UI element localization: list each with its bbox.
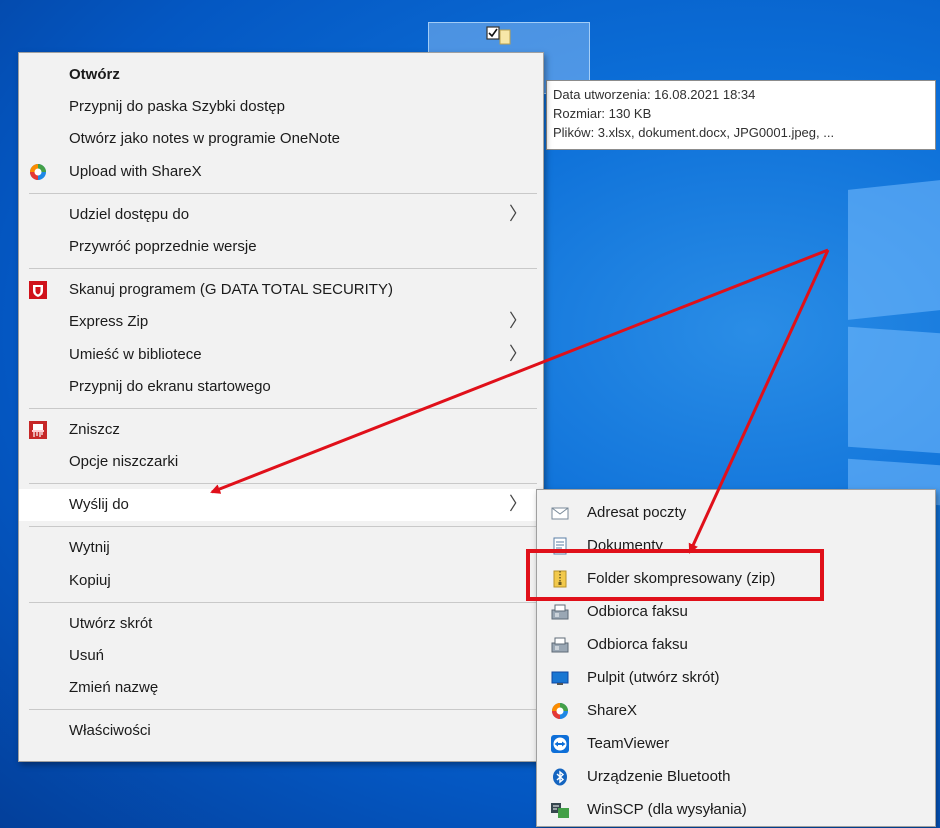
- submenu-item-bluetooth[interactable]: Urządzenie Bluetooth: [537, 760, 935, 793]
- menu-item-pin-start[interactable]: Przypnij do ekranu startowego: [19, 371, 543, 403]
- tooltip-size: Rozmiar: 130 KB: [553, 106, 652, 121]
- menu-item-copy[interactable]: Kopiuj: [19, 565, 543, 597]
- menu-separator: [29, 709, 537, 711]
- menu-item-label: Umieść w bibliotece: [69, 345, 202, 363]
- submenu-item-teamviewer[interactable]: TeamViewer: [537, 727, 935, 760]
- menu-item-label: Udziel dostępu do: [69, 205, 190, 223]
- menu-item-shredder-options[interactable]: Opcje niszczarki: [19, 446, 543, 478]
- submenu-item-label: Urządzenie Bluetooth: [587, 768, 731, 785]
- submenu-item-label: WinSCP (dla wysyłania): [587, 801, 747, 818]
- menu-separator: [29, 407, 537, 409]
- context-menu: Otwórz Przypnij do paska Szybki dostęp O…: [18, 52, 544, 762]
- menu-item-include-library[interactable]: Umieść w bibliotece 〉: [19, 339, 543, 371]
- menu-item-label: Wytnij: [69, 539, 110, 557]
- teamviewer-icon: [551, 735, 569, 753]
- menu-item-properties[interactable]: Właściwości: [19, 715, 543, 747]
- file-checkbox-icon: [486, 26, 511, 45]
- menu-item-label: Utwórz skrót: [69, 614, 153, 632]
- menu-item-restore-versions[interactable]: Przywróć poprzednie wersje: [19, 231, 543, 263]
- menu-item-delete[interactable]: Usuń: [19, 640, 543, 672]
- menu-item-label: Usuń: [69, 647, 105, 664]
- menu-item-label: Przywróć poprzednie wersje: [69, 237, 257, 255]
- chevron-right-icon: 〉: [509, 494, 527, 516]
- menu-item-label: Wyślij do: [69, 496, 129, 514]
- submenu-item-desktop-shortcut[interactable]: Pulpit (utwórz skrót): [537, 661, 935, 694]
- submenu-item-winscp[interactable]: WinSCP (dla wysyłania): [537, 793, 935, 826]
- menu-item-sharex-upload[interactable]: Upload with ShareX: [19, 156, 543, 188]
- tooltip-created: Data utworzenia: 16.08.2021 18:34: [553, 87, 756, 102]
- file-info-tooltip: Data utworzenia: 16.08.2021 18:34 Rozmia…: [546, 80, 936, 150]
- menu-item-create-shortcut[interactable]: Utwórz skrót: [19, 608, 543, 640]
- menu-item-rename[interactable]: Zmień nazwę: [19, 672, 543, 704]
- menu-item-pin-quick-access[interactable]: Przypnij do paska Szybki dostęp: [19, 91, 543, 123]
- menu-item-shred[interactable]: Zniszcz: [19, 414, 543, 446]
- menu-item-open[interactable]: Otwórz: [19, 59, 543, 91]
- desktop-icon: [551, 671, 569, 685]
- menu-item-cut[interactable]: Wytnij: [19, 532, 543, 564]
- submenu-item-mail-recipient[interactable]: Adresat poczty: [537, 496, 935, 529]
- menu-item-label: Zniszcz: [69, 420, 120, 438]
- shredder-icon: [29, 420, 47, 439]
- sharex-icon: [30, 163, 46, 180]
- menu-item-label: Zmień nazwę: [69, 679, 159, 697]
- menu-item-label: Otwórz: [69, 66, 120, 83]
- menu-separator: [29, 483, 537, 485]
- menu-item-label: Express Zip: [69, 313, 149, 331]
- menu-item-label: Otwórz jako notes w programie OneNote: [69, 130, 340, 148]
- windows-logo-pane: [848, 326, 940, 454]
- submenu-item-label: Adresat poczty: [587, 504, 687, 521]
- submenu-item-fax-recipient[interactable]: Odbiorca faksu: [537, 628, 935, 661]
- fax-icon: [551, 604, 569, 620]
- winscp-icon: [551, 803, 569, 818]
- menu-separator: [29, 192, 537, 194]
- chevron-right-icon: 〉: [509, 203, 527, 225]
- mail-envelope-icon: [551, 507, 569, 520]
- bluetooth-icon: [553, 768, 567, 786]
- menu-item-scan-gdata[interactable]: Skanuj programem (G DATA TOTAL SECURITY): [19, 274, 543, 306]
- menu-item-label: Opcje niszczarki: [69, 453, 179, 471]
- submenu-item-label: ShareX: [587, 702, 638, 719]
- fax-icon: [551, 637, 569, 653]
- menu-item-express-zip[interactable]: Express Zip 〉: [19, 306, 543, 338]
- submenu-item-label: TeamViewer: [587, 735, 670, 752]
- menu-item-label: Przypnij do ekranu startowego: [69, 377, 271, 395]
- menu-item-send-to[interactable]: Wyślij do 〉: [19, 489, 543, 522]
- sharex-icon: [552, 703, 568, 719]
- menu-item-label: Przypnij do paska Szybki dostęp: [69, 98, 285, 116]
- highlight-box: [526, 549, 824, 601]
- menu-separator: [29, 601, 537, 603]
- submenu-item-sharex[interactable]: ShareX: [537, 694, 935, 727]
- menu-item-label: Kopiuj: [69, 571, 111, 589]
- submenu-item-label: Odbiorca faksu: [587, 603, 688, 620]
- chevron-right-icon: 〉: [509, 311, 527, 333]
- chevron-right-icon: 〉: [509, 343, 527, 365]
- menu-separator: [29, 268, 537, 270]
- menu-item-label: Skanuj programem (G DATA TOTAL SECURITY): [69, 281, 393, 299]
- menu-item-label: Właściwości: [69, 722, 151, 740]
- menu-item-label: Upload with ShareX: [69, 162, 202, 180]
- menu-item-onenote[interactable]: Otwórz jako notes w programie OneNote: [19, 123, 543, 155]
- submenu-item-label: Odbiorca faksu: [587, 636, 688, 653]
- submenu-item-label: Pulpit (utwórz skrót): [587, 669, 720, 686]
- send-to-submenu: Adresat poczty Dokumenty Folder skompres…: [536, 489, 936, 827]
- menu-item-share-with[interactable]: Udziel dostępu do 〉: [19, 199, 543, 231]
- tooltip-files: Plików: 3.xlsx, dokument.docx, JPG0001.j…: [553, 125, 835, 140]
- gdata-shield-icon: [29, 281, 47, 300]
- windows-logo-pane: [848, 180, 940, 320]
- menu-separator: [29, 526, 537, 528]
